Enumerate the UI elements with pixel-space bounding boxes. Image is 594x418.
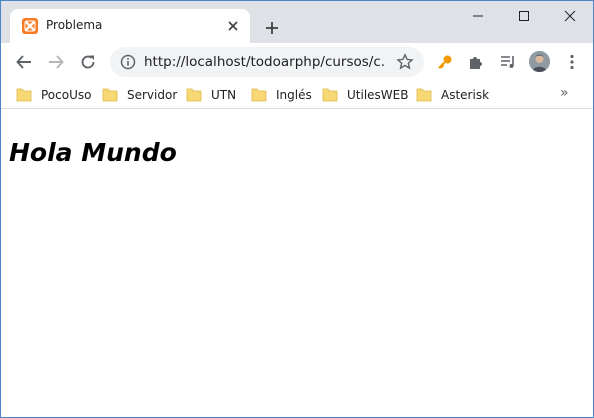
maximize-button[interactable] — [501, 1, 547, 31]
page-content: Hola Mundo — [1, 110, 593, 417]
bookmark-label: Servidor — [127, 88, 178, 102]
extensions-button[interactable] — [462, 48, 490, 76]
key-icon — [438, 55, 452, 69]
page-heading: Hola Mundo — [9, 138, 177, 167]
tab-active[interactable]: Problema — [10, 9, 250, 43]
bookmark-label: UtilesWEB — [347, 88, 409, 102]
bookmark-label: Inglés — [276, 88, 312, 102]
address-bar[interactable]: http://localhost/todoarphp/cursos/c... — [110, 47, 424, 77]
plus-icon — [266, 22, 278, 34]
folder-icon — [186, 88, 202, 102]
playlist-icon — [501, 56, 514, 68]
menu-button[interactable] — [558, 48, 586, 76]
arrow-right-icon — [49, 55, 64, 69]
tab-strip: Problema — [1, 1, 593, 43]
star-icon[interactable] — [396, 53, 414, 71]
puzzle-icon — [470, 57, 482, 69]
bookmarks-overflow-icon[interactable]: » — [560, 85, 580, 105]
minimize-icon — [473, 15, 483, 17]
folder-icon — [322, 88, 338, 102]
tab-close-icon[interactable] — [224, 17, 242, 35]
reload-icon — [81, 55, 95, 69]
folder-icon — [251, 88, 267, 102]
info-icon[interactable] — [120, 54, 136, 70]
profile-avatar[interactable] — [529, 51, 550, 72]
url-text[interactable]: http://localhost/todoarphp/cursos/c... — [144, 54, 384, 70]
tab-title: Problema — [46, 18, 103, 32]
media-control-button[interactable] — [494, 48, 522, 76]
bookmarks-bar: PocoUso Servidor UTN Inglés UtilesWEB As… — [1, 80, 593, 109]
bookmark-label: Asterisk — [441, 88, 490, 102]
key-extension-button[interactable] — [431, 48, 459, 76]
forward-button[interactable] — [42, 48, 70, 76]
window-close-button[interactable] — [547, 1, 593, 31]
folder-icon — [416, 88, 432, 102]
browser-toolbar: http://localhost/todoarphp/cursos/c... — [1, 43, 593, 80]
bookmark-label: UTN — [211, 88, 237, 102]
folder-icon — [16, 88, 32, 102]
bookmark-label: PocoUso — [41, 88, 92, 102]
back-button[interactable] — [10, 48, 38, 76]
kebab-menu-icon — [570, 54, 574, 70]
reload-button[interactable] — [74, 48, 102, 76]
browser-window: Problema http://localhost/todoarphp/curs… — [0, 0, 594, 418]
folder-icon — [102, 88, 118, 102]
new-tab-button[interactable] — [260, 16, 284, 40]
arrow-left-icon — [16, 55, 31, 69]
xampp-icon — [22, 18, 38, 34]
maximize-icon — [519, 11, 529, 21]
close-icon — [564, 10, 576, 22]
minimize-button[interactable] — [455, 1, 501, 31]
